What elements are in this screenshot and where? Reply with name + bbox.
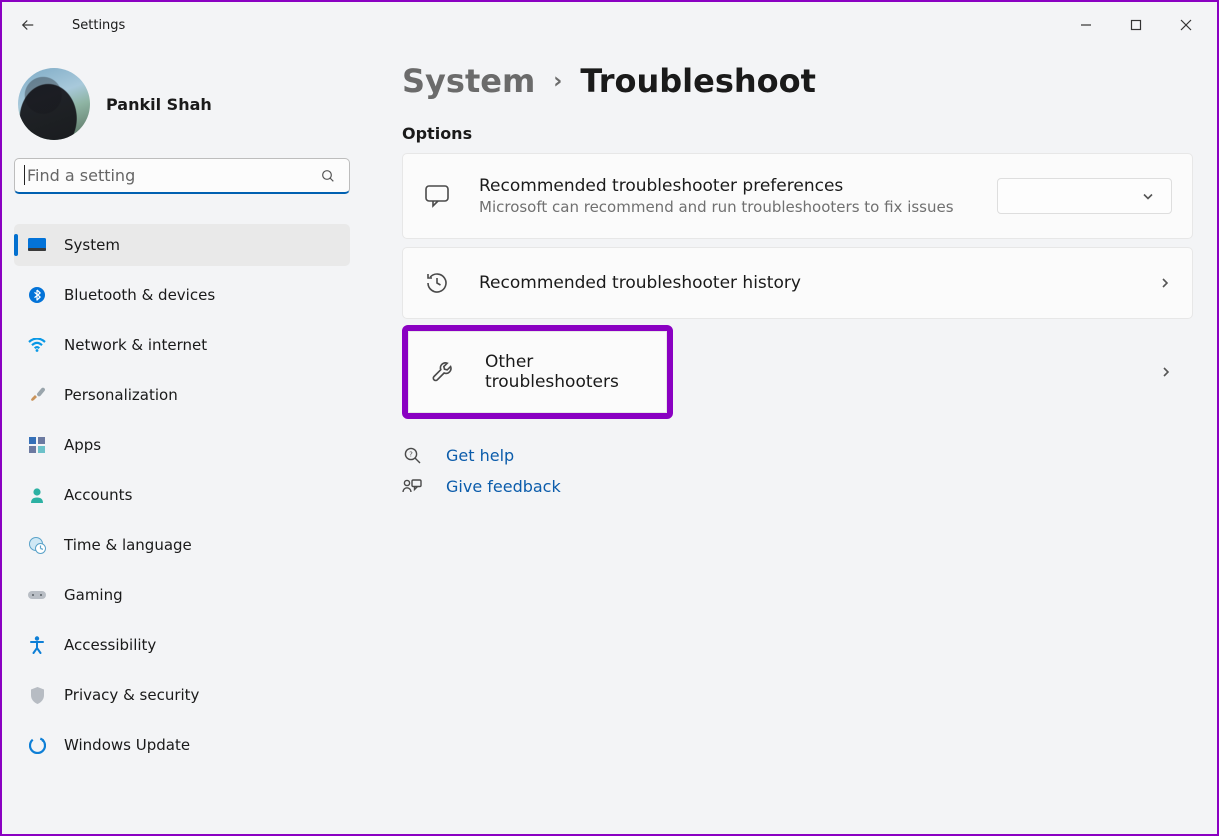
avatar <box>18 68 90 140</box>
sidebar-item-accounts[interactable]: Accounts <box>14 474 350 516</box>
sidebar-item-bluetooth[interactable]: Bluetooth & devices <box>14 274 350 316</box>
accessibility-icon <box>28 636 46 654</box>
system-icon <box>28 238 46 252</box>
sidebar-item-privacy[interactable]: Privacy & security <box>14 674 350 716</box>
sidebar-item-label: Windows Update <box>64 736 190 754</box>
breadcrumb-parent[interactable]: System <box>402 62 535 100</box>
sidebar-item-label: Bluetooth & devices <box>64 286 215 304</box>
link-text: Get help <box>446 446 514 465</box>
sidebar-item-label: Gaming <box>64 586 123 604</box>
sidebar-item-label: Privacy & security <box>64 686 199 704</box>
card-recommended-preferences[interactable]: Recommended troubleshooter preferences M… <box>402 153 1193 239</box>
card-title: Other troubleshooters <box>485 352 646 392</box>
maximize-button[interactable] <box>1113 9 1159 41</box>
section-title-options: Options <box>402 124 1193 143</box>
sidebar-item-label: Accounts <box>64 486 132 504</box>
give-feedback-link[interactable]: Give feedback <box>402 477 1193 496</box>
paintbrush-icon <box>28 386 46 404</box>
profile-area[interactable]: Pankil Shah <box>14 60 350 158</box>
maximize-icon <box>1130 19 1142 31</box>
recommended-preferences-dropdown[interactable] <box>997 178 1172 214</box>
window-controls <box>1063 9 1209 41</box>
wifi-icon <box>28 338 46 352</box>
comment-icon <box>423 184 451 208</box>
apps-icon <box>28 437 46 453</box>
feedback-icon <box>402 478 422 496</box>
back-arrow-icon <box>19 16 37 34</box>
gaming-icon <box>28 589 46 601</box>
update-icon <box>28 737 46 754</box>
card-recommended-history[interactable]: Recommended troubleshooter history <box>402 247 1193 319</box>
close-button[interactable] <box>1163 9 1209 41</box>
get-help-link[interactable]: ? Get help <box>402 445 1193 465</box>
search-input[interactable] <box>14 158 350 194</box>
sidebar-item-label: Personalization <box>64 386 178 404</box>
sidebar-item-network[interactable]: Network & internet <box>14 324 350 366</box>
accounts-icon <box>28 487 46 503</box>
sidebar-item-label: Apps <box>64 436 101 454</box>
card-title: Recommended troubleshooter history <box>479 273 1130 293</box>
main-content: System › Troubleshoot Options Recommende… <box>362 48 1217 834</box>
sidebar-item-label: Time & language <box>64 536 192 554</box>
title-bar: Settings <box>2 2 1217 48</box>
search-icon <box>320 168 336 184</box>
back-button[interactable] <box>18 15 38 35</box>
minimize-button[interactable] <box>1063 9 1109 41</box>
sidebar-item-personalization[interactable]: Personalization <box>14 374 350 416</box>
card-subtitle: Microsoft can recommend and run troubles… <box>479 198 969 216</box>
sidebar-item-label: Network & internet <box>64 336 207 354</box>
close-icon <box>1180 19 1192 31</box>
chevron-right-icon: › <box>553 69 562 94</box>
chevron-right-icon <box>1158 276 1172 290</box>
sidebar-item-label: Accessibility <box>64 636 156 654</box>
profile-name: Pankil Shah <box>106 95 212 114</box>
help-icon: ? <box>402 445 422 465</box>
breadcrumb: System › Troubleshoot <box>402 62 1193 100</box>
chevron-right-icon <box>1159 365 1173 379</box>
sidebar: Pankil Shah System Bluetooth & devices N… <box>2 48 362 834</box>
history-icon <box>423 270 451 296</box>
sidebar-item-system[interactable]: System <box>14 224 350 266</box>
nav-list: System Bluetooth & devices Network & int… <box>14 224 350 774</box>
sidebar-item-label: System <box>64 236 120 254</box>
bluetooth-icon <box>28 287 46 303</box>
wrench-icon <box>429 359 457 385</box>
sidebar-item-time-language[interactable]: Time & language <box>14 524 350 566</box>
minimize-icon <box>1080 19 1092 31</box>
text-cursor <box>24 165 25 185</box>
card-other-troubleshooters[interactable]: Other troubleshooters <box>408 331 667 413</box>
breadcrumb-current: Troubleshoot <box>580 62 816 100</box>
svg-text:?: ? <box>409 451 413 459</box>
sidebar-item-accessibility[interactable]: Accessibility <box>14 624 350 666</box>
sidebar-item-windows-update[interactable]: Windows Update <box>14 724 350 766</box>
sidebar-item-gaming[interactable]: Gaming <box>14 574 350 616</box>
time-language-icon <box>28 536 46 554</box>
link-text: Give feedback <box>446 477 561 496</box>
sidebar-item-apps[interactable]: Apps <box>14 424 350 466</box>
chevron-down-icon <box>1141 189 1155 203</box>
shield-icon <box>28 687 46 704</box>
app-title: Settings <box>72 18 125 33</box>
card-title: Recommended troubleshooter preferences <box>479 176 969 196</box>
highlight-other-troubleshooters: Other troubleshooters <box>402 325 673 419</box>
